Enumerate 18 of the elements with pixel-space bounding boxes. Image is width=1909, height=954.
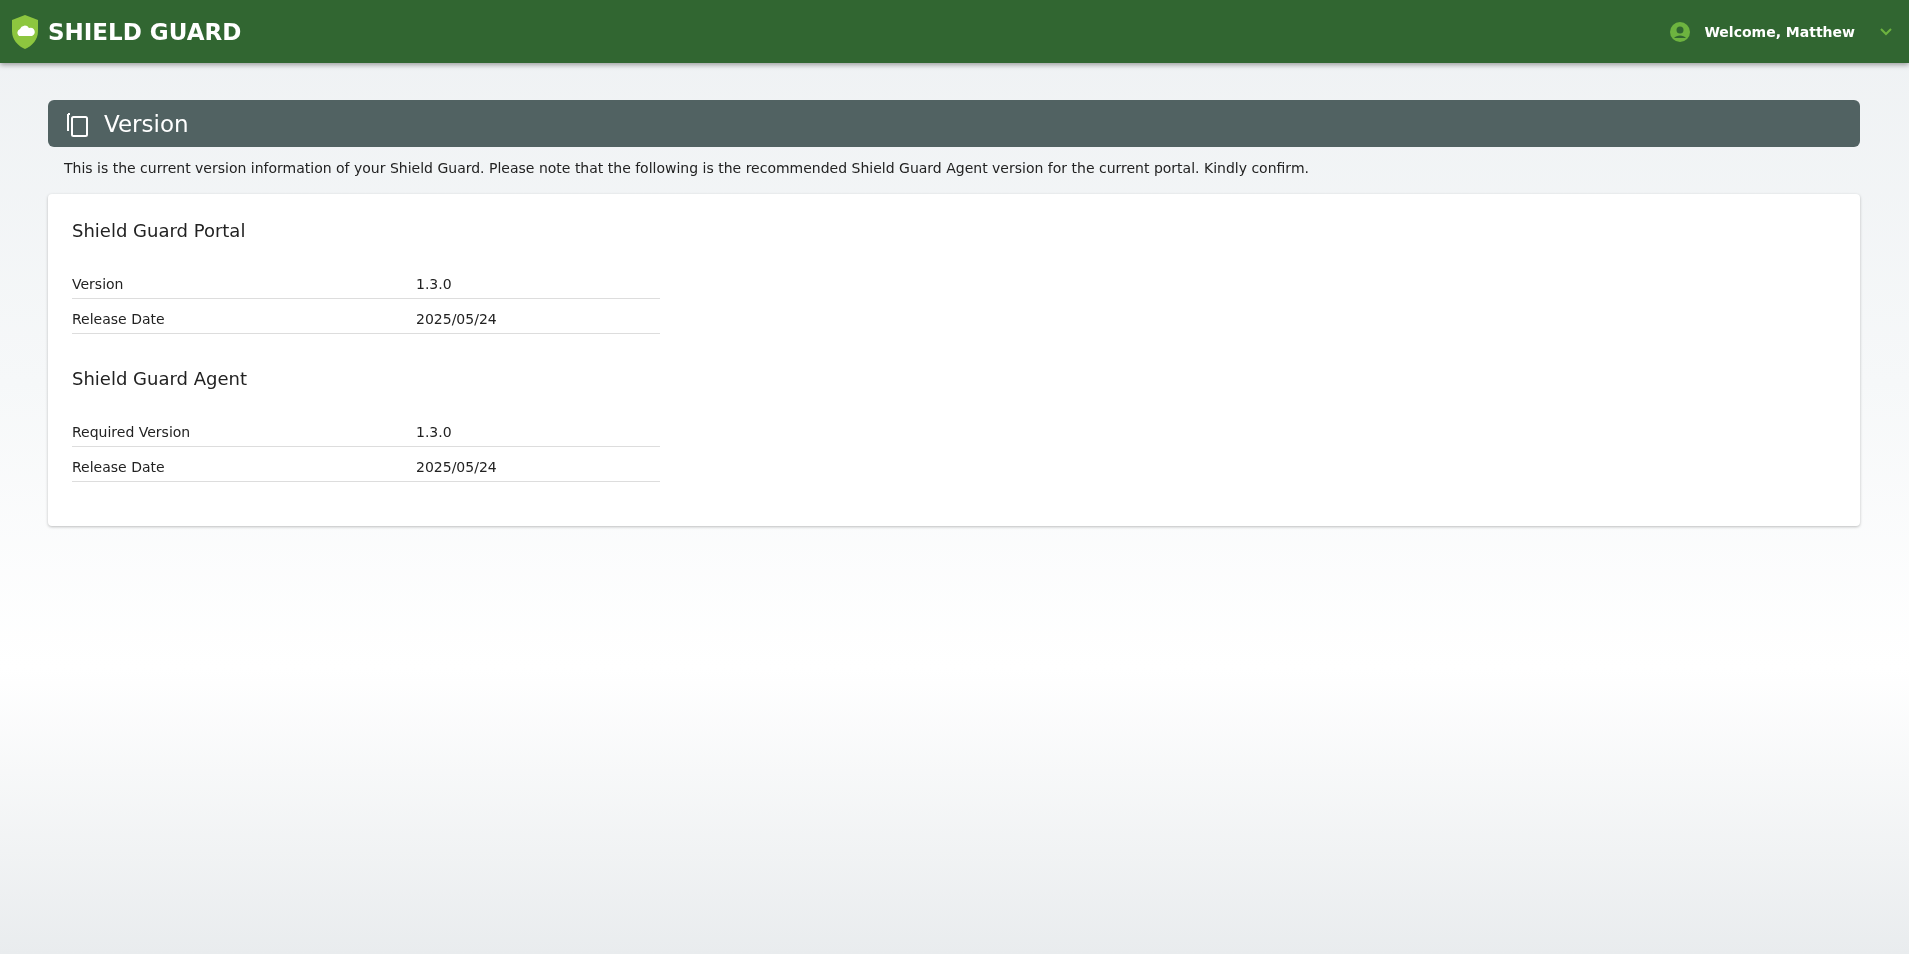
info-value: 1.3.0 bbox=[416, 424, 453, 442]
info-label: Required Version bbox=[72, 424, 192, 442]
chevron-down-icon bbox=[1879, 26, 1893, 37]
copy-icon bbox=[66, 110, 90, 137]
info-label: Release Date bbox=[72, 311, 166, 329]
brand-name: SHIELD GUARD bbox=[48, 18, 242, 45]
info-label: Version bbox=[72, 276, 125, 294]
info-label: Release Date bbox=[72, 459, 166, 477]
page-title: Version bbox=[104, 110, 189, 137]
info-value: 2025/05/24 bbox=[416, 459, 498, 477]
user-avatar-icon bbox=[1670, 21, 1691, 42]
section-title: Shield Guard Portal bbox=[72, 220, 247, 241]
page-description: This is the current version information of your Shield Guard. Please note that the following is the recommended Shield Guard Agent version for the current portal. Kindly confirm. bbox=[64, 160, 1310, 176]
user-menu[interactable]: Welcome, Matthew bbox=[1664, 17, 1899, 46]
section-title: Shield Guard Agent bbox=[72, 368, 248, 389]
shield-logo-icon bbox=[10, 13, 40, 50]
info-value: 1.3.0 bbox=[416, 276, 453, 294]
info-value: 2025/05/24 bbox=[416, 311, 498, 329]
